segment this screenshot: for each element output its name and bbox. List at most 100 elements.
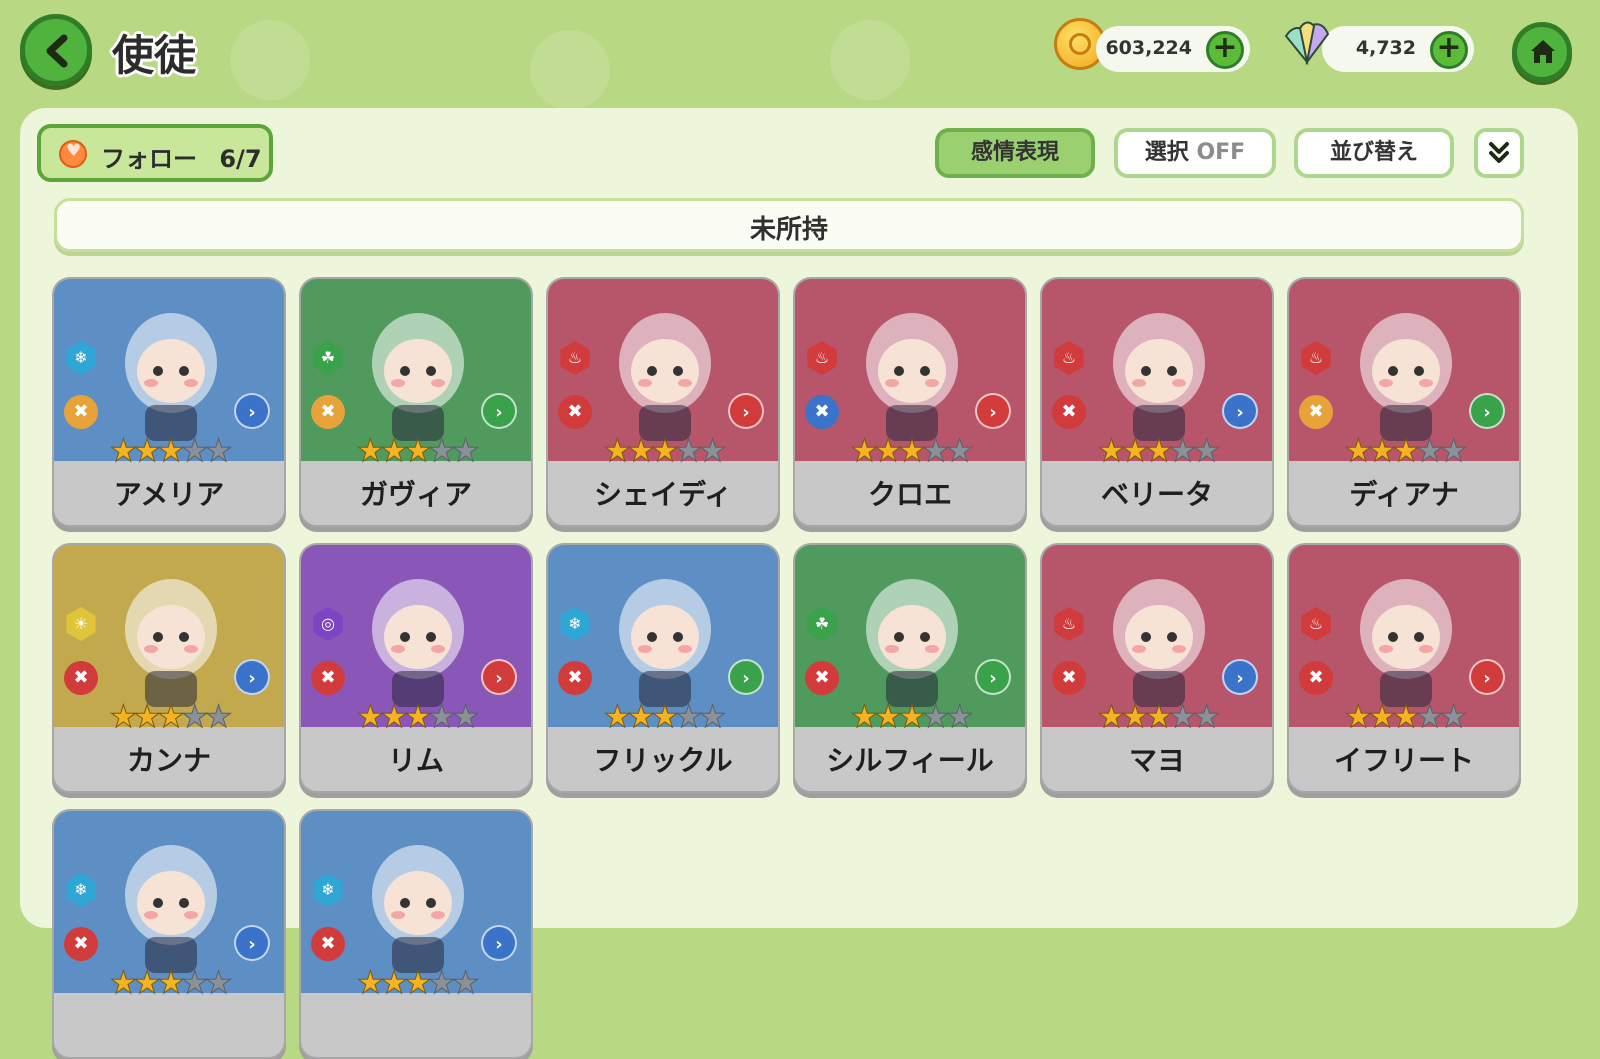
character-portrait: ☘ ✖ › ★★★★★ bbox=[301, 279, 531, 468]
emotion-label: 感情表現 bbox=[970, 140, 1059, 165]
star-icon: ★ bbox=[1121, 699, 1150, 735]
heart-icon bbox=[59, 140, 87, 168]
back-button[interactable] bbox=[20, 14, 92, 86]
add-gems-button[interactable]: + bbox=[1430, 31, 1468, 69]
page-title: 使徒 bbox=[112, 31, 197, 80]
character-card[interactable]: ❄ ✖ › ★★★★★ フリックル bbox=[546, 543, 780, 793]
star-icon: ★ bbox=[427, 699, 456, 735]
class-icon: ✖ bbox=[311, 927, 345, 961]
character-card[interactable]: ♨ ✖ › ★★★★★ シェイディ bbox=[546, 277, 780, 527]
star-icon: ★ bbox=[427, 433, 456, 469]
star-icon: ★ bbox=[1344, 433, 1373, 469]
character-portrait: ❄ ✖ › ★★★★★ bbox=[54, 279, 284, 468]
star-icon: ★ bbox=[356, 433, 385, 469]
character-card[interactable]: ☘ ✖ › ★★★★★ ガヴィア bbox=[299, 277, 533, 527]
add-coins-button[interactable]: + bbox=[1206, 31, 1244, 69]
character-portrait: ♨ ✖ › ★★★★★ bbox=[1042, 545, 1272, 734]
star-rating: ★★★★★ bbox=[301, 965, 531, 1001]
class-icon: ✖ bbox=[64, 395, 98, 429]
star-icon: ★ bbox=[157, 699, 186, 735]
character-portrait: ❄ ✖ › ★★★★★ bbox=[301, 811, 531, 1000]
character-image bbox=[372, 579, 464, 707]
star-icon: ★ bbox=[133, 699, 162, 735]
character-image bbox=[125, 845, 217, 973]
character-card[interactable]: ❄ ✖ › ★★★★★ bbox=[52, 809, 286, 1059]
character-card[interactable]: ♨ ✖ › ★★★★★ マヨ bbox=[1040, 543, 1274, 793]
character-card[interactable]: ❄ ✖ › ★★★★★ アメリア bbox=[52, 277, 286, 527]
star-icon: ★ bbox=[850, 699, 879, 735]
character-name: フリックル bbox=[593, 744, 733, 777]
star-icon: ★ bbox=[451, 699, 480, 735]
character-card[interactable]: ◎ ✖ › ★★★★★ リム bbox=[299, 543, 533, 793]
star-icon: ★ bbox=[898, 699, 927, 735]
star-icon: ★ bbox=[1368, 433, 1397, 469]
star-icon: ★ bbox=[874, 699, 903, 735]
star-icon: ★ bbox=[1415, 433, 1444, 469]
fire-element-icon: ♨ bbox=[1054, 341, 1084, 375]
star-icon: ★ bbox=[404, 699, 433, 735]
double-chevron-down-icon bbox=[1489, 142, 1509, 163]
sort-label: 並び替え bbox=[1329, 140, 1418, 165]
star-icon: ★ bbox=[1439, 699, 1468, 735]
character-image bbox=[866, 579, 958, 707]
crystal-icon bbox=[1284, 21, 1330, 66]
section-title: 未所持 bbox=[749, 215, 828, 245]
collapse-button[interactable] bbox=[1474, 128, 1524, 178]
select-label: 選択 bbox=[1144, 140, 1189, 165]
character-image bbox=[372, 845, 464, 973]
character-image bbox=[866, 313, 958, 441]
character-image bbox=[1360, 313, 1452, 441]
star-icon: ★ bbox=[1145, 433, 1174, 469]
character-card[interactable]: ♨ ✖ › ★★★★★ イフリート bbox=[1287, 543, 1521, 793]
star-icon: ★ bbox=[921, 433, 950, 469]
star-rating: ★★★★★ bbox=[548, 701, 778, 734]
character-card[interactable]: ♨ ✖ › ★★★★★ ベリータ bbox=[1040, 277, 1274, 527]
follow-button[interactable]: フォロー 6/7 bbox=[37, 124, 273, 182]
character-card[interactable]: ☘ ✖ › ★★★★★ シルフィール bbox=[793, 543, 1027, 793]
star-icon: ★ bbox=[109, 965, 138, 1001]
star-rating: ★★★★★ bbox=[1042, 433, 1272, 469]
home-button[interactable] bbox=[1512, 22, 1572, 82]
character-name: イフリート bbox=[1333, 744, 1474, 777]
class-icon: ✖ bbox=[558, 661, 592, 695]
star-rating: ★★★★★ bbox=[1042, 699, 1272, 735]
star-rating: ★★★★★ bbox=[54, 965, 284, 1001]
character-name: クロエ bbox=[867, 478, 952, 511]
character-name: シルフィール bbox=[826, 744, 994, 777]
class-icon: ✖ bbox=[1052, 395, 1086, 429]
star-rating: ★★★★★ bbox=[1289, 433, 1519, 469]
gem-counter: 4,732 + bbox=[1322, 26, 1474, 72]
star-icon: ★ bbox=[427, 965, 456, 1001]
ice-element-icon: ❄ bbox=[66, 873, 96, 907]
position-icon: › bbox=[1222, 393, 1258, 429]
character-name: リム bbox=[387, 744, 444, 777]
wind-element-icon: ☘ bbox=[807, 607, 837, 641]
star-rating: ★★★★★ bbox=[795, 433, 1025, 469]
star-icon: ★ bbox=[1415, 699, 1444, 735]
class-icon: ✖ bbox=[1052, 661, 1086, 695]
gem-amount: 4,732 bbox=[1355, 37, 1416, 59]
home-icon bbox=[1531, 40, 1555, 63]
class-icon: ✖ bbox=[1299, 395, 1333, 429]
character-card[interactable]: ♨ ✖ › ★★★★★ ディアナ bbox=[1287, 277, 1521, 527]
fire-element-icon: ♨ bbox=[807, 341, 837, 375]
star-icon: ★ bbox=[603, 433, 632, 469]
position-icon: › bbox=[481, 393, 517, 429]
character-name: ベリータ bbox=[1100, 478, 1213, 511]
position-icon: › bbox=[234, 659, 270, 695]
character-name: ディアナ bbox=[1349, 478, 1459, 511]
star-icon: ★ bbox=[698, 433, 727, 469]
star-icon: ★ bbox=[404, 433, 433, 469]
star-icon: ★ bbox=[898, 433, 927, 469]
character-card[interactable]: ❄ ✖ › ★★★★★ bbox=[299, 809, 533, 1059]
star-icon: ★ bbox=[627, 433, 656, 469]
star-icon: ★ bbox=[921, 699, 950, 735]
select-state: OFF bbox=[1196, 140, 1246, 165]
select-toggle[interactable]: 選択 OFF bbox=[1114, 128, 1276, 178]
sort-button[interactable]: 並び替え bbox=[1294, 128, 1454, 178]
emotion-button[interactable]: 感情表現 bbox=[935, 128, 1095, 178]
character-card[interactable]: ♨ ✖ › ★★★★★ クロエ bbox=[793, 277, 1027, 527]
character-card[interactable]: ☀ ✖ › ★★★★★ カンナ bbox=[52, 543, 286, 793]
star-icon: ★ bbox=[204, 965, 233, 1001]
ice-element-icon: ❄ bbox=[560, 607, 590, 641]
